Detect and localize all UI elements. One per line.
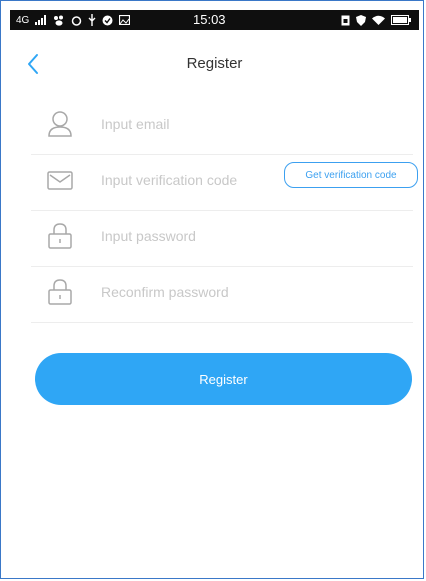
reconfirm-password-row <box>31 266 413 323</box>
get-verification-code-button[interactable]: Get verification code <box>284 162 418 188</box>
status-right <box>341 10 411 30</box>
network-type: 4G <box>16 14 30 26</box>
verification-code-input[interactable] <box>101 168 271 192</box>
password-row <box>31 210 413 267</box>
shield-icon <box>356 14 366 26</box>
register-button[interactable]: Register <box>35 353 412 405</box>
signal-icon <box>35 15 47 25</box>
app-frame: 4G 15:03 Register Input email Input veri… <box>0 0 424 579</box>
email-row <box>31 98 413 155</box>
page-title: Register <box>186 55 243 72</box>
wifi-icon <box>372 15 385 25</box>
lock-icon <box>48 223 72 249</box>
verification-code-row: Get verification code <box>31 154 418 211</box>
status-bar: 4G 15:03 <box>10 10 419 30</box>
usb-icon <box>88 14 96 26</box>
password-input[interactable] <box>101 224 271 248</box>
status-left: 4G <box>16 10 131 30</box>
email-input[interactable] <box>101 112 271 136</box>
user-icon <box>48 111 72 137</box>
status-time: 15:03 <box>193 12 226 27</box>
battery-icon <box>391 15 411 25</box>
sim-icon <box>341 15 350 25</box>
mail-icon <box>47 171 73 190</box>
lock-icon <box>48 279 72 305</box>
ring-icon <box>72 15 82 26</box>
paw-icon <box>54 15 64 26</box>
image-icon <box>119 15 131 25</box>
nav-bar: Register <box>10 41 419 87</box>
reconfirm-password-input[interactable] <box>101 280 271 304</box>
check-circle-icon <box>102 15 113 25</box>
